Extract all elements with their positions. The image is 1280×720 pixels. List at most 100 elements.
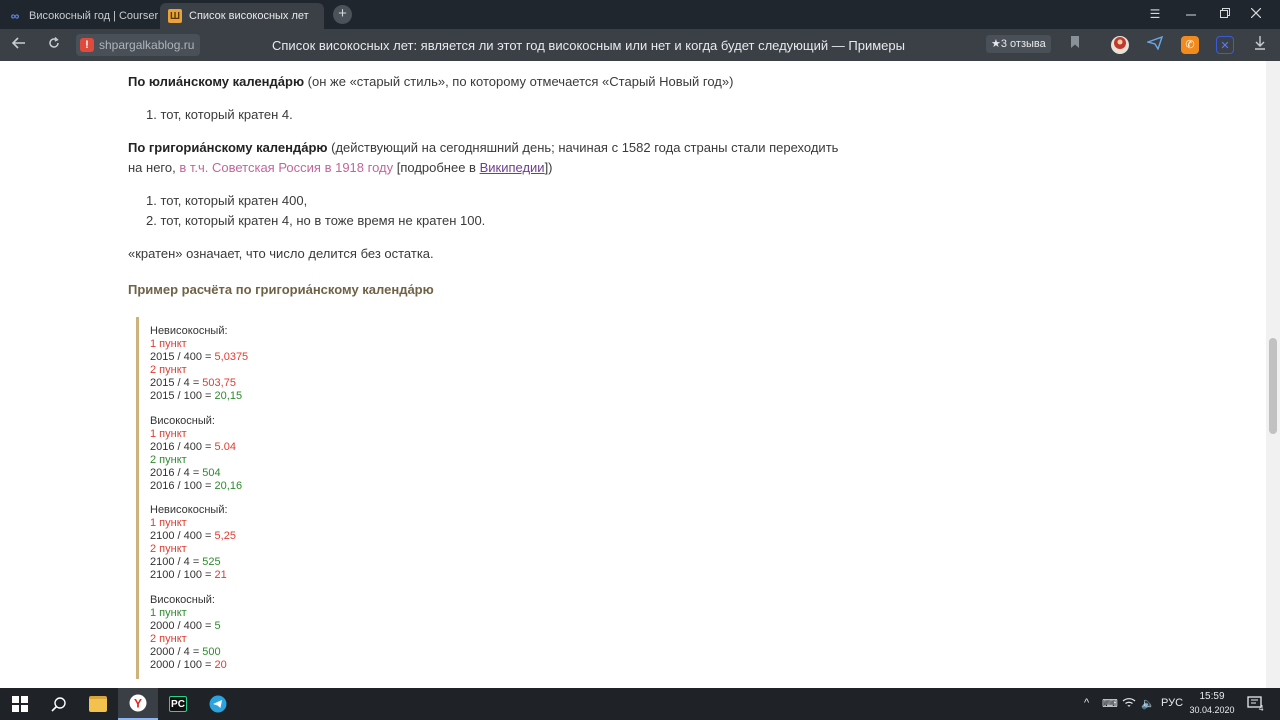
security-warning-icon: ! [80, 38, 94, 52]
reviews-button[interactable]: ★3 отзыва [986, 35, 1051, 53]
calc-line: 2015 / 100 = 20,15 [150, 389, 243, 402]
site-favicon-icon: Ш [168, 9, 182, 23]
whatsapp-extension-icon[interactable]: ✆ [1181, 36, 1199, 54]
calc-line: 2100 / 4 = 525 [150, 555, 221, 568]
calc-result: 20,16 [214, 479, 243, 492]
calc-line: 2016 / 400 = 5.04 [150, 440, 236, 453]
folder-icon[interactable] [78, 688, 118, 720]
calc-result: 20 [214, 658, 227, 671]
calc-line: 2016 / 4 = 504 [150, 466, 221, 479]
yandex-browser-icon[interactable]: Y [118, 688, 158, 720]
calc-result: 5 [214, 619, 221, 632]
definition-text: «кратен» означает, что число делится без… [128, 246, 434, 261]
restore-icon[interactable] [1215, 5, 1235, 23]
wifi-icon[interactable] [1122, 697, 1136, 712]
download-icon[interactable] [1251, 36, 1269, 54]
point-label: 1 пункт [150, 427, 187, 440]
volume-icon[interactable]: 🔈 [1141, 697, 1155, 710]
send-extension-icon[interactable] [1145, 35, 1164, 54]
point-label: 2 пункт [150, 542, 187, 555]
minimize-icon[interactable] [1181, 5, 1201, 23]
calc-line: 2000 / 4 = 500 [150, 645, 221, 658]
list-item: 1. тот, который кратен 400, [146, 193, 308, 208]
address-bar[interactable]: ! shpargalkablog.ru [76, 34, 201, 56]
gregorian-description-cont: на него, [128, 160, 180, 175]
gregorian-description: (действующий на сегодняшний день; начина… [327, 140, 839, 155]
close-icon[interactable] [1246, 5, 1266, 23]
calc-line: 2000 / 400 = 5 [150, 619, 221, 632]
calc-result: 5,25 [214, 529, 236, 542]
wikipedia-link[interactable]: Википедии [480, 160, 545, 175]
example-block: Високосный: 1 пункт 2016 / 400 = 5.04 2 пун… [150, 415, 242, 492]
soviet-russia-link[interactable]: в т.ч. Советская Россия в 1918 году [179, 160, 393, 175]
page-title: Список високосных лет: является ли этот … [272, 38, 905, 53]
windows-taskbar: Y PC ^ ⌨ 🔈 РУС 15:59 30.04.2020 4 [0, 688, 1280, 720]
julian-paragraph: По юлиа́нскому календа́рю (он же «старый… [128, 72, 848, 92]
back-arrow-icon[interactable] [9, 36, 29, 54]
tab-bar: ∞ Високосный год | Coursera Ш Список вис… [0, 0, 1280, 29]
point-label: 1 пункт [150, 516, 187, 529]
svg-text:Y: Y [134, 697, 142, 711]
julian-description: (он же «старый стиль», по которому отмеч… [304, 74, 734, 89]
calc-line: 2015 / 4 = 503,75 [150, 376, 236, 389]
reload-icon[interactable] [44, 36, 64, 54]
tab-label: Список високосных лет [189, 10, 309, 22]
page-scrollbar[interactable] [1266, 61, 1280, 688]
example-title: Невисокосный: [150, 504, 228, 516]
gregorian-paragraph: По григориа́нскому календа́рю (действующ… [128, 138, 848, 178]
example-block: Високосный: 1 пункт 2000 / 400 = 52 пункт 2… [150, 594, 227, 671]
list-item: 2. тот, который кратен 4, но в тоже врем… [146, 213, 486, 228]
page-content: По юлиа́нскому календа́рю (он же «старый… [0, 61, 1266, 688]
point-label: 2 пункт [150, 632, 187, 645]
calc-line: 2000 / 100 = 20 [150, 658, 227, 671]
calc-result: 500 [202, 645, 221, 658]
keyboard-icon[interactable]: ⌨ [1102, 697, 1118, 710]
calc-line: 2100 / 400 = 5,25 [150, 529, 236, 542]
pycharm-icon[interactable]: PC [158, 688, 198, 720]
calc-result: 503,75 [202, 376, 236, 389]
telegram-icon[interactable] [198, 688, 238, 720]
julian-heading: По юлиа́нскому календа́рю [128, 74, 305, 89]
calc-result: 504 [202, 466, 221, 479]
bracket-close: ]) [544, 160, 553, 175]
example-block: Невисокосный: 1 пункт 2100 / 400 = 5,25 2 п… [150, 504, 236, 581]
point-label: 1 пункт [150, 606, 187, 619]
example-title: Невисокосный: [150, 325, 228, 337]
avatar-extension-icon[interactable] [1111, 36, 1129, 54]
calc-line: 2015 / 400 = 5,0375 [150, 350, 249, 363]
windows-start-icon[interactable] [0, 688, 40, 720]
calc-line: 2100 / 100 = 21 [150, 568, 227, 581]
calc-result: 5,0375 [214, 350, 249, 363]
bookmark-icon[interactable] [1066, 36, 1084, 54]
gregorian-heading: По григориа́нскому календа́рю [128, 140, 328, 155]
tab-coursera[interactable]: ∞ Високосный год | Coursera [0, 3, 158, 29]
tab-label: Високосный год | Coursera [29, 10, 158, 22]
example-title: Високосный: [150, 415, 215, 427]
calc-result: 525 [202, 555, 221, 568]
calc-result: 21 [214, 568, 227, 581]
point-label: 2 пункт [150, 363, 187, 376]
notification-badge: 4 [1259, 704, 1264, 713]
x-extension-icon[interactable]: ✕ [1216, 36, 1234, 54]
calc-line: 2016 / 100 = 20,16 [150, 479, 243, 492]
clock-date[interactable]: 30.04.2020 [1187, 705, 1237, 715]
browser-toolbar: ! shpargalkablog.ru Список високосных ле… [0, 29, 1280, 61]
new-tab-button[interactable]: + [333, 5, 352, 24]
point-label: 2 пункт [150, 453, 187, 466]
more-in-text: [подробнее в [393, 160, 480, 175]
scrollbar-thumb[interactable] [1269, 338, 1277, 434]
hamburger-menu-icon[interactable]: ☰ [1145, 5, 1165, 23]
list-item: 1. тот, который кратен 4. [146, 107, 293, 122]
example-quote: Невисокосный: 1 пункт 2015 / 400 = 5,0375 2… [136, 317, 439, 679]
calc-result: 20,15 [214, 389, 243, 402]
search-icon[interactable] [38, 688, 78, 720]
clock-time[interactable]: 15:59 [1190, 691, 1234, 702]
tab-leap-years[interactable]: Ш Список високосных лет [160, 3, 324, 29]
chevron-up-icon[interactable]: ^ [1084, 697, 1089, 709]
language-indicator[interactable]: РУС [1161, 697, 1183, 709]
example-block: Невисокосный: 1 пункт 2015 / 400 = 5,0375 2… [150, 325, 248, 402]
example-title: Високосный: [150, 594, 215, 606]
calc-result: 5.04 [214, 440, 236, 453]
example-heading: Пример расчёта по григориа́нскому календ… [128, 282, 434, 297]
domain-text: shpargalkablog.ru [99, 38, 195, 52]
